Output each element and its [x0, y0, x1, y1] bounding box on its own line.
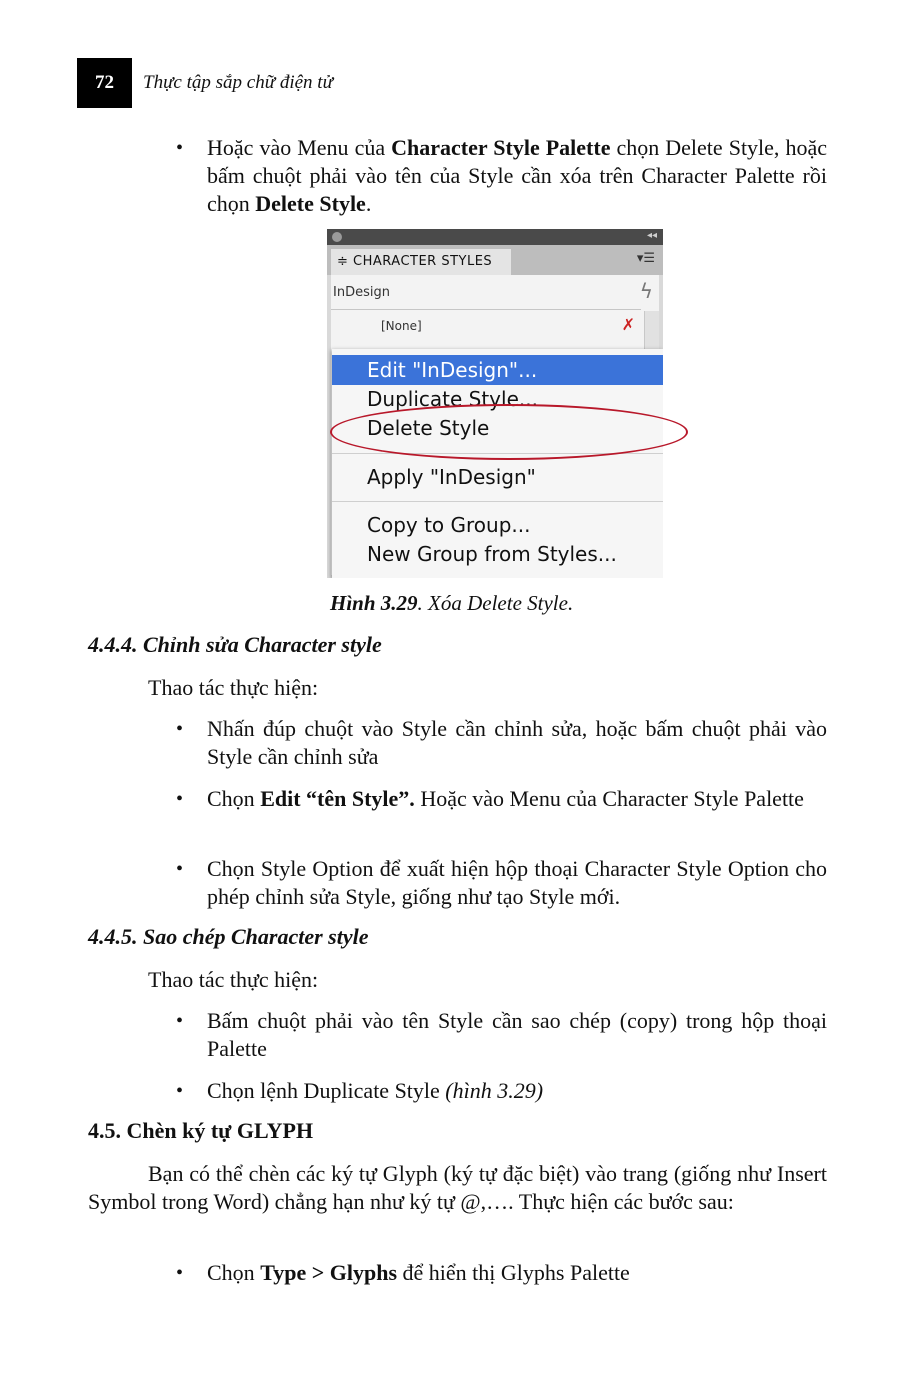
- context-menu: Edit "InDesign"... Duplicate Style... De…: [332, 349, 663, 578]
- tab-character-styles[interactable]: ≑ CHARACTER STYLES: [331, 249, 511, 275]
- caption-label: Hình 3.29: [330, 591, 418, 615]
- paragraph: Bạn có thể chèn các ký tự Glyph (ký tự đ…: [88, 1161, 827, 1214]
- lightning-icon[interactable]: ϟ: [640, 279, 653, 303]
- menu-separator: [332, 501, 663, 502]
- caption-text: . Xóa Delete Style.: [417, 591, 574, 615]
- bullet-icon: •: [176, 1010, 184, 1032]
- text: Hoặc vào Menu của: [207, 135, 392, 160]
- bullet-icon: •: [176, 137, 184, 159]
- lead-text: Thao tác thực hiện:: [148, 675, 319, 700]
- text: Chọn lệnh Duplicate Style: [207, 1078, 446, 1103]
- text: .: [365, 191, 372, 216]
- list-item: • Chọn Edit “tên Style”. Hoặc vào Menu c…: [176, 785, 827, 813]
- panel-menu-icon[interactable]: ▾☰: [637, 251, 655, 266]
- text: để hiển thị Glyphs Palette: [397, 1260, 630, 1285]
- bullet-icon: •: [176, 1080, 184, 1102]
- divider: [331, 309, 641, 310]
- bold-text: Delete Style: [255, 191, 366, 216]
- list-item: • Nhấn đúp chuột vào Style cần chỉnh sửa…: [176, 715, 827, 771]
- text: Chọn Style Option để xuất hiện hộp thoại…: [207, 856, 827, 909]
- no-style-icon: ✗: [621, 315, 635, 334]
- intro-bullet: • Hoặc vào Menu của Character Style Pale…: [176, 134, 827, 218]
- menu-item-edit[interactable]: Edit "InDesign"...: [332, 355, 663, 385]
- text: Hoặc vào Menu của Character Style Palett…: [414, 786, 804, 811]
- section-heading-445: 4.4.5. Sao chép Character style: [88, 924, 369, 949]
- text: Bấm chuột phải vào tên Style cần sao ché…: [207, 1008, 827, 1061]
- section-heading-444: 4.4.4. Chỉnh sửa Character style: [88, 632, 382, 657]
- menu-item-apply[interactable]: Apply "InDesign": [332, 463, 663, 491]
- menu-item-copy-to-group[interactable]: Copy to Group...: [332, 511, 663, 539]
- bold-text: Edit “tên Style”.: [260, 786, 415, 811]
- bullet-icon: •: [176, 1262, 184, 1284]
- list-item: • Chọn lệnh Duplicate Style (hình 3.29): [176, 1077, 827, 1105]
- list-item: • Bấm chuột phải vào tên Style cần sao c…: [176, 1007, 827, 1063]
- bullet-icon: •: [176, 858, 184, 880]
- style-group-label: InDesign: [333, 285, 390, 300]
- page-number: 72: [77, 58, 132, 108]
- figure-caption: Hình 3.29. Xóa Delete Style.: [330, 591, 573, 616]
- section-heading-45: 4.5. Chèn ký tự GLYPH: [88, 1118, 314, 1143]
- text: Nhấn đúp chuột vào Style cần chỉnh sửa, …: [207, 716, 827, 769]
- list-item: • Chọn Style Option để xuất hiện hộp tho…: [176, 855, 827, 911]
- lead-text: Thao tác thực hiện:: [148, 967, 319, 992]
- text: Chọn: [207, 786, 261, 811]
- style-item-none[interactable]: [None]: [381, 319, 422, 333]
- bold-text: Character Style Palette: [391, 135, 611, 160]
- menu-item-new-group-from-styles[interactable]: New Group from Styles...: [332, 540, 663, 568]
- close-icon[interactable]: [332, 232, 342, 242]
- italic-text: (hình 3.29): [445, 1078, 544, 1103]
- bold-text: Type > Glyphs: [260, 1260, 398, 1285]
- bullet-icon: •: [176, 788, 184, 810]
- collapse-icon[interactable]: ◂◂: [647, 230, 657, 241]
- palette-titlebar: [327, 229, 663, 245]
- text: Chọn: [207, 1260, 261, 1285]
- bullet-icon: •: [176, 718, 184, 740]
- list-item: • Chọn Type > Glyphs để hiển thị Glyphs …: [176, 1259, 827, 1287]
- highlight-oval: [330, 404, 688, 460]
- running-title: Thực tập sắp chữ điện tử: [143, 72, 333, 93]
